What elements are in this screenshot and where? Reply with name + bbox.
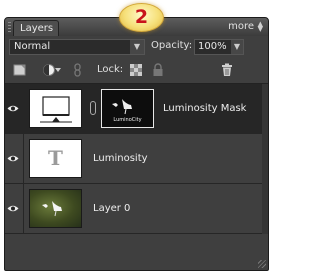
text-layer-icon: T — [48, 146, 63, 170]
link-icon[interactable] — [71, 63, 85, 77]
lock-all-icon[interactable] — [151, 63, 165, 77]
mask-thumb-text: LuminoCity — [113, 117, 141, 123]
step-number: 2 — [134, 6, 149, 28]
layer-thumbnail[interactable] — [29, 89, 82, 128]
new-layer-icon[interactable] — [13, 63, 27, 77]
photo-birds-image — [42, 201, 62, 217]
mask-thumbnail[interactable]: LuminoCity — [101, 89, 154, 128]
layer-row-layer-0[interactable]: Layer 0 — [5, 184, 268, 234]
eye-icon[interactable] — [7, 104, 19, 113]
lock-transparency-icon[interactable] — [129, 63, 143, 77]
grip-icon[interactable] — [8, 22, 11, 33]
layer-row-luminosity-mask[interactable]: LuminoCity Luminosity Mask — [5, 84, 268, 134]
chevron-down-icon[interactable] — [55, 67, 61, 73]
more-menu-button[interactable]: more — [228, 21, 254, 33]
eye-icon[interactable] — [7, 204, 19, 213]
chevron-down-icon[interactable]: ▼ — [231, 40, 243, 54]
visibility-toggle[interactable] — [5, 184, 24, 233]
lock-label: Lock: — [97, 64, 124, 75]
layers-panel: Layers more ▲▼ Normal ▼ Opacity: 100% ▼ — [4, 17, 269, 271]
trash-icon[interactable] — [220, 63, 234, 77]
layer-row-luminosity[interactable]: T Luminosity — [5, 134, 268, 184]
resize-grip-icon[interactable] — [258, 260, 266, 268]
visibility-toggle[interactable] — [5, 134, 24, 183]
chevron-down-icon[interactable]: ▼ — [130, 40, 144, 54]
blend-mode-select[interactable]: Normal ▼ — [9, 39, 145, 55]
layer-name[interactable]: Luminosity Mask — [163, 103, 246, 114]
mask-image: LuminoCity — [102, 90, 153, 127]
mask-link-icon[interactable] — [90, 101, 96, 115]
adjustment-layer-icon[interactable] — [42, 63, 56, 77]
more-arrows-icon[interactable]: ▲ ▼ — [258, 21, 263, 33]
tab-layers[interactable]: Layers — [13, 20, 59, 36]
opacity-label: Opacity: — [151, 40, 193, 51]
opacity-value: 100% — [198, 41, 227, 52]
options-row: Normal ▼ Opacity: 100% ▼ — [5, 37, 268, 57]
eye-icon[interactable] — [7, 154, 19, 163]
layer-name[interactable]: Layer 0 — [93, 203, 130, 214]
opacity-field[interactable]: 100% ▼ — [194, 39, 244, 55]
adjustment-thumbnail-icon — [40, 96, 72, 123]
visibility-toggle[interactable] — [5, 84, 24, 133]
layer-list-scrollbar[interactable] — [262, 84, 268, 234]
step-badge: 2 — [119, 3, 164, 32]
layer-tools-row: Lock: — [5, 59, 268, 84]
blend-mode-value: Normal — [14, 41, 51, 52]
layer-thumbnail[interactable] — [29, 189, 82, 228]
layer-thumbnail[interactable]: T — [29, 139, 82, 178]
layer-name[interactable]: Luminosity — [93, 153, 148, 164]
